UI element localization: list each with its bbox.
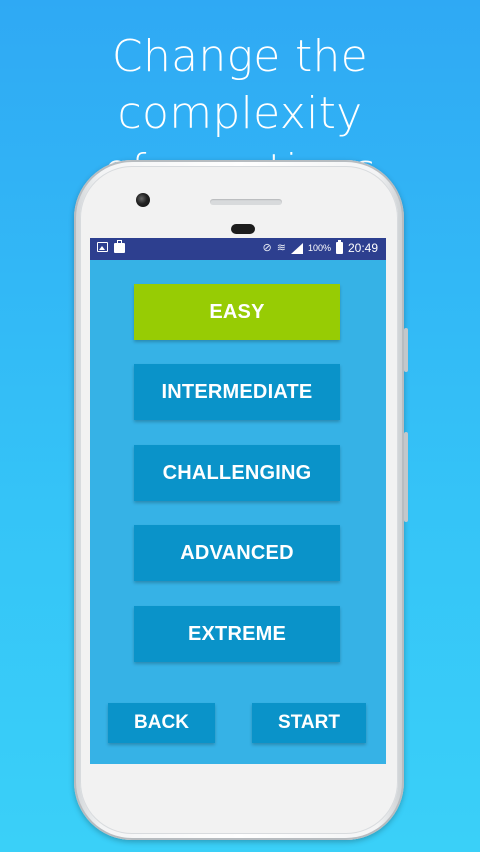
start-button[interactable]: START — [252, 703, 366, 743]
earpiece-speaker — [210, 199, 282, 205]
power-button — [404, 328, 408, 372]
wifi-icon: ≋ — [276, 242, 286, 254]
mute-icon: ⊘ — [262, 242, 272, 254]
image-icon — [97, 242, 108, 252]
front-camera — [136, 193, 150, 207]
battery-percent: 100% — [307, 243, 331, 253]
level-advanced-button[interactable]: ADVANCED — [134, 525, 340, 581]
back-button[interactable]: BACK — [108, 703, 215, 743]
proximity-sensor — [231, 224, 255, 234]
headline-line-1: Change the complexity — [111, 31, 369, 139]
status-time: 20:49 — [347, 241, 378, 255]
status-bar: ⊘ ≋ 100% 20:49 — [90, 238, 386, 260]
level-easy-button[interactable]: EASY — [134, 284, 340, 340]
briefcase-icon — [114, 240, 125, 253]
signal-icon — [290, 242, 303, 254]
app-screen: ⊘ ≋ 100% 20:49 EASY INTERMEDIATE CHALLEN… — [90, 238, 386, 764]
level-extreme-button[interactable]: EXTREME — [134, 606, 340, 662]
volume-button — [404, 432, 408, 522]
level-intermediate-button[interactable]: INTERMEDIATE — [134, 364, 340, 420]
level-challenging-button[interactable]: CHALLENGING — [134, 445, 340, 501]
battery-icon — [335, 240, 343, 254]
